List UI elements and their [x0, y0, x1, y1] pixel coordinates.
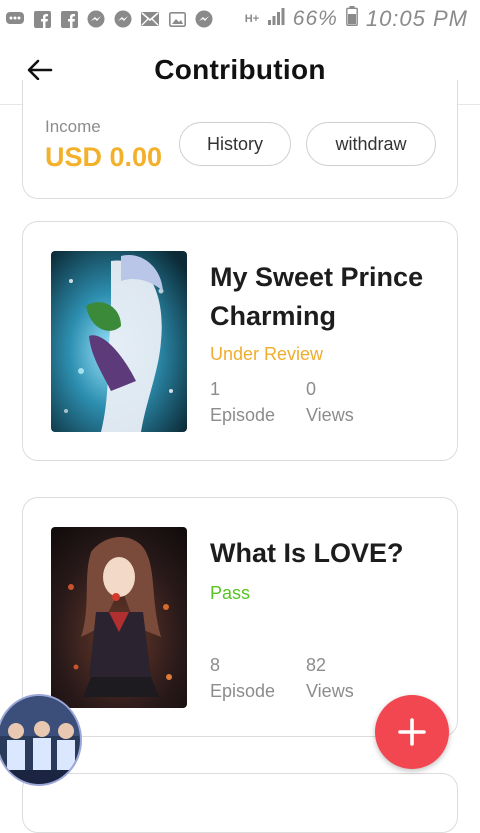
income-value: USD 0.00	[45, 142, 163, 172]
status-right: H+ 66% 10:05 PM	[245, 0, 468, 38]
battery-percent: 66%	[292, 7, 338, 30]
plus-icon	[398, 718, 426, 746]
views-count: 0	[306, 379, 317, 399]
messenger-icon	[87, 10, 105, 28]
notification-icons	[0, 10, 213, 28]
story-cover-image[interactable]	[51, 251, 187, 432]
facebook-icon	[60, 10, 78, 28]
episode-count: 1	[210, 379, 221, 399]
clock: 10:05 PM	[365, 6, 468, 31]
views-count: 82	[306, 655, 327, 675]
story-card[interactable]: My Sweet Prince Charming Under Review 1 …	[22, 221, 458, 461]
episode-label: Episode	[210, 405, 276, 425]
income-label: Income	[45, 117, 101, 136]
story-title: What Is LOVE?	[210, 538, 404, 568]
views-label: Views	[306, 681, 354, 701]
story-cover-image[interactable]	[51, 527, 187, 708]
signal-icon	[267, 7, 285, 31]
views-label: Views	[306, 405, 354, 425]
story-status: Under Review	[210, 344, 324, 364]
add-story-button[interactable]	[375, 695, 449, 769]
story-status: Pass	[210, 583, 251, 603]
mail-icon	[141, 10, 159, 28]
story-card[interactable]	[22, 773, 458, 833]
facebook-icon	[33, 10, 51, 28]
messenger-icon	[195, 10, 213, 28]
story-title: My Sweet Prince Charming	[210, 262, 424, 331]
gallery-icon	[168, 10, 186, 28]
messaging-icon	[6, 10, 24, 28]
episode-label: Episode	[210, 681, 276, 701]
floating-avatar[interactable]	[0, 694, 82, 786]
history-button[interactable]: History	[179, 122, 291, 166]
status-bar: H+ 66% 10:05 PM	[0, 0, 480, 38]
network-type: H+	[244, 13, 260, 25]
income-card: Income USD 0.00 History withdraw	[22, 80, 458, 199]
battery-icon	[345, 6, 358, 32]
episode-count: 8	[210, 655, 221, 675]
messenger-icon	[114, 10, 132, 28]
withdraw-button[interactable]: withdraw	[306, 122, 436, 166]
